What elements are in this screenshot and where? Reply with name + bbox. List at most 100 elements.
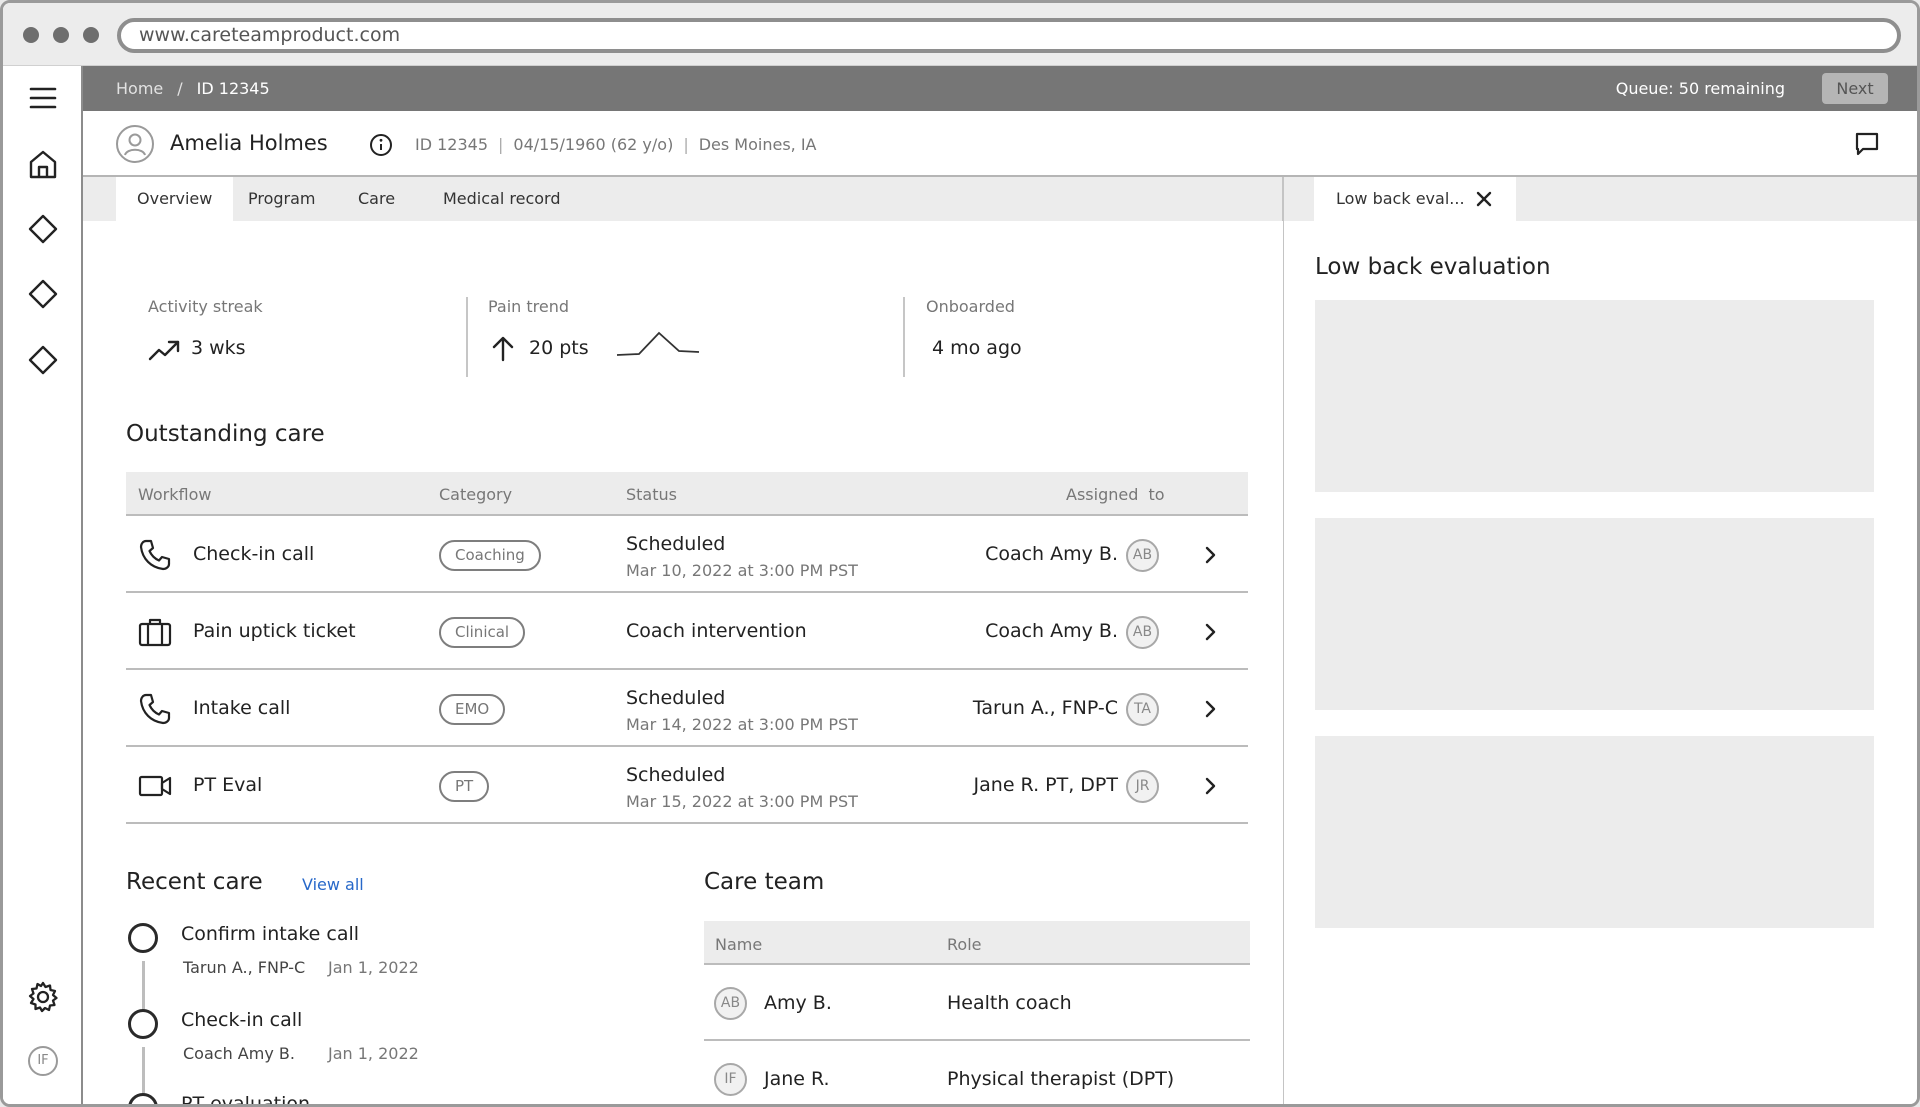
recent-item-title[interactable]: PT evaluation	[181, 1093, 310, 1104]
patient-dob: 04/15/1960 (62 y/o)	[513, 135, 674, 154]
onboarded-label: Onboarded	[926, 297, 1015, 316]
top-bar: Home / ID 12345 Queue: 50 remaining Next	[83, 66, 1917, 111]
trending-up-icon	[148, 340, 180, 361]
col-status: Status	[626, 485, 677, 504]
breadcrumb: Home / ID 12345	[116, 79, 270, 98]
member-role: Health coach	[947, 992, 1072, 1014]
workflow-name: Check-in call	[193, 543, 315, 565]
tab-label: Low back eval...	[1336, 189, 1465, 208]
assignee-name: Coach Amy B.	[985, 620, 1118, 642]
table-header: Workflow Category Status Assigned to	[126, 472, 1248, 516]
status-text: Scheduled	[626, 533, 726, 555]
diamond-icon[interactable]	[25, 211, 61, 247]
col-name: Name	[715, 935, 763, 954]
recent-item-title[interactable]: Check-in call	[181, 1009, 302, 1031]
tab-program[interactable]: Program	[227, 177, 337, 221]
member-name: Jane R.	[764, 1068, 830, 1090]
member-role: Physical therapist (DPT)	[947, 1068, 1175, 1090]
address-bar[interactable]: www.careteamproduct.com	[117, 18, 1901, 53]
breadcrumb-separator: /	[177, 79, 183, 98]
assignee-avatar: TA	[1126, 693, 1159, 726]
table-row[interactable]: Intake call EMO Scheduled Mar 14, 2022 a…	[126, 670, 1248, 747]
pain-sparkline	[616, 331, 700, 356]
status-date: Mar 14, 2022 at 3:00 PM PST	[626, 715, 858, 734]
overview-panel: Activity streak 3 wks Pain trend 20 pts …	[83, 221, 1283, 1104]
care-team-title: Care team	[704, 869, 825, 895]
hamburger-menu-icon[interactable]	[25, 80, 61, 116]
right-tab-bar: Low back eval...	[1284, 177, 1917, 221]
recent-item-when: Jan 1, 2022	[328, 958, 419, 977]
table-row[interactable]: Pain uptick ticket Clinical Coach interv…	[126, 593, 1248, 670]
care-team-table: Name Role AB Amy B. Health coach IF Jane…	[704, 921, 1250, 1104]
minimize-dot[interactable]	[53, 27, 69, 43]
queue-status: Queue: 50 remaining	[1615, 79, 1785, 98]
status-text: Scheduled	[626, 687, 726, 709]
recent-item-who: Tarun A., FNP-C	[183, 958, 306, 977]
left-nav: IF	[3, 66, 83, 1104]
recent-item-title[interactable]: Confirm intake call	[181, 923, 359, 945]
diamond-icon[interactable]	[25, 342, 61, 378]
care-team-row[interactable]: IF Jane R. Physical therapist (DPT)	[704, 1041, 1250, 1104]
chevron-right-icon[interactable]	[1199, 621, 1221, 643]
table-row[interactable]: Check-in call Coaching Scheduled Mar 10,…	[126, 516, 1248, 593]
view-all-link[interactable]: View all	[302, 875, 364, 894]
col-category: Category	[439, 485, 513, 504]
info-icon[interactable]	[369, 133, 393, 157]
timeline-circle-icon[interactable]	[128, 1093, 158, 1104]
pain-trend-value: 20 pts	[529, 337, 589, 359]
video-camera-icon	[138, 775, 172, 797]
assignee-name: Tarun A., FNP-C	[972, 697, 1118, 719]
workflow-name: PT Eval	[193, 774, 263, 796]
close-icon[interactable]	[1476, 191, 1492, 207]
browser-window: www.careteamproduct.com IF Home / ID 123…	[0, 0, 1920, 1107]
recent-item-when: Jan 1, 2022	[328, 1044, 419, 1063]
assignee-name: Jane R. PT, DPT	[973, 774, 1118, 796]
tab-medical-record[interactable]: Medical record	[422, 177, 582, 221]
tab-overview[interactable]: Overview	[116, 177, 234, 221]
patient-id: ID 12345	[415, 135, 489, 154]
breadcrumb-home[interactable]: Home	[116, 79, 163, 98]
table-header: Name Role	[704, 921, 1250, 965]
category-pill: PT	[439, 771, 490, 802]
browser-chrome: www.careteamproduct.com	[3, 3, 1917, 66]
patient-header: Amelia Holmes ID 12345 | 04/15/1960 (62 …	[83, 111, 1917, 177]
phone-icon	[139, 539, 171, 571]
chevron-right-icon[interactable]	[1199, 544, 1221, 566]
assignee-avatar: AB	[1126, 616, 1159, 649]
close-dot[interactable]	[23, 27, 39, 43]
maximize-dot[interactable]	[83, 27, 99, 43]
activity-streak-label: Activity streak	[148, 297, 263, 316]
briefcase-icon	[138, 618, 172, 647]
outstanding-care-table: Workflow Category Status Assigned to Che…	[126, 472, 1248, 824]
recent-care-title: Recent care	[126, 869, 263, 895]
timeline-circle-icon[interactable]	[128, 923, 158, 953]
tab-bar: Overview Program Care Medical record	[83, 177, 1283, 221]
chevron-right-icon[interactable]	[1199, 698, 1221, 720]
timeline-circle-icon[interactable]	[128, 1009, 158, 1039]
phone-icon	[139, 693, 171, 725]
chat-icon[interactable]	[1854, 131, 1880, 157]
tab-care[interactable]: Care	[337, 177, 416, 221]
breadcrumb-current: ID 12345	[196, 79, 270, 98]
gear-icon[interactable]	[25, 979, 61, 1015]
tab-low-back-eval[interactable]: Low back eval...	[1314, 177, 1516, 221]
stat-divider	[903, 297, 905, 377]
care-team-row[interactable]: AB Amy B. Health coach	[704, 965, 1250, 1041]
diamond-icon[interactable]	[25, 276, 61, 312]
chevron-right-icon[interactable]	[1199, 775, 1221, 797]
user-avatar[interactable]: IF	[28, 1046, 58, 1076]
activity-streak-value: 3 wks	[191, 337, 246, 359]
next-button[interactable]: Next	[1822, 73, 1888, 104]
home-icon[interactable]	[25, 146, 61, 182]
category-pill: EMO	[439, 694, 506, 725]
window-controls	[23, 27, 99, 43]
pain-trend-label: Pain trend	[488, 297, 570, 316]
assignee-avatar: JR	[1126, 770, 1159, 803]
workflow-name: Pain uptick ticket	[193, 620, 356, 642]
table-row[interactable]: PT Eval PT Scheduled Mar 15, 2022 at 3:0…	[126, 747, 1248, 824]
arrow-up-icon	[492, 336, 514, 362]
category-pill: Clinical	[439, 617, 526, 648]
member-avatar: IF	[714, 1063, 747, 1096]
workflow-name: Intake call	[193, 697, 291, 719]
assignee-avatar: AB	[1126, 539, 1159, 572]
